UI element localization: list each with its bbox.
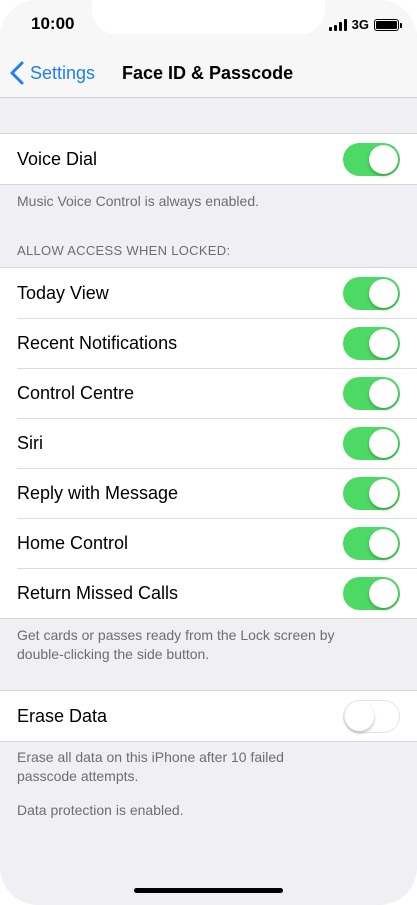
home-control-row: Home Control: [0, 518, 417, 568]
erase-data-group: Erase Data: [0, 690, 417, 742]
navigation-bar: Settings Face ID & Passcode: [0, 50, 417, 98]
erase-data-row: Erase Data: [0, 691, 417, 741]
status-indicators: 3G: [328, 17, 402, 32]
return-missed-calls-toggle[interactable]: [343, 577, 400, 610]
home-indicator[interactable]: [134, 888, 283, 893]
network-type: 3G: [351, 17, 369, 32]
allow-access-footer-line-1: Get cards or passes ready from the Lock …: [17, 627, 335, 643]
control-centre-toggle[interactable]: [343, 377, 400, 410]
siri-label: Siri: [17, 432, 43, 453]
allow-access-footer-line-2: double-clicking the side button.: [17, 646, 210, 662]
return-missed-calls-row: Return Missed Calls: [0, 568, 417, 618]
home-control-label: Home Control: [17, 532, 129, 553]
status-bar: 10:00 3G: [0, 0, 417, 50]
reply-with-message-label: Reply with Message: [17, 482, 179, 503]
control-centre-row: Control Centre: [0, 368, 417, 418]
recent-notifications-toggle[interactable]: [343, 327, 400, 360]
erase-data-label: Erase Data: [17, 705, 108, 726]
notch: [92, 0, 325, 34]
back-button-label: Settings: [30, 62, 96, 83]
today-view-label: Today View: [17, 282, 109, 303]
today-view-row: Today View: [0, 268, 417, 318]
control-centre-label: Control Centre: [17, 382, 135, 403]
voice-dial-group: Voice Dial: [0, 133, 417, 185]
phone-screen: 10:00 3G Settings Face ID & Passcode Voi…: [0, 0, 417, 905]
home-control-toggle[interactable]: [343, 527, 400, 560]
erase-data-footer-line-2: passcode attempts.: [17, 768, 139, 784]
page-title: Face ID & Passcode: [122, 63, 294, 83]
allow-access-group: Today View Recent Notifications Control …: [0, 267, 417, 619]
voice-dial-label: Voice Dial: [17, 148, 98, 169]
erase-data-footer-line-1: Erase all data on this iPhone after 10 f…: [17, 749, 284, 765]
siri-row: Siri: [0, 418, 417, 468]
voice-dial-toggle[interactable]: [343, 143, 400, 176]
battery-icon: [374, 18, 402, 31]
erase-data-footer: Erase all data on this iPhone after 10 f…: [17, 748, 397, 786]
recent-notifications-label: Recent Notifications: [17, 332, 178, 353]
data-protection-note: Data protection is enabled.: [17, 802, 184, 818]
allow-access-footer: Get cards or passes ready from the Lock …: [17, 626, 397, 664]
siri-toggle[interactable]: [343, 427, 400, 460]
back-button[interactable]: Settings: [8, 60, 95, 86]
allow-access-header: ALLOW ACCESS WHEN LOCKED:: [17, 243, 231, 258]
reply-with-message-row: Reply with Message: [0, 468, 417, 518]
signal-icon: [328, 18, 347, 31]
voice-dial-footer: Music Voice Control is always enabled.: [17, 193, 260, 209]
return-missed-calls-label: Return Missed Calls: [17, 582, 179, 603]
erase-data-toggle[interactable]: [343, 700, 400, 733]
today-view-toggle[interactable]: [343, 277, 400, 310]
reply-with-message-toggle[interactable]: [343, 477, 400, 510]
voice-dial-row: Voice Dial: [0, 134, 417, 184]
chevron-left-icon: [10, 61, 24, 85]
status-time: 10:00: [31, 14, 75, 33]
recent-notifications-row: Recent Notifications: [0, 318, 417, 368]
